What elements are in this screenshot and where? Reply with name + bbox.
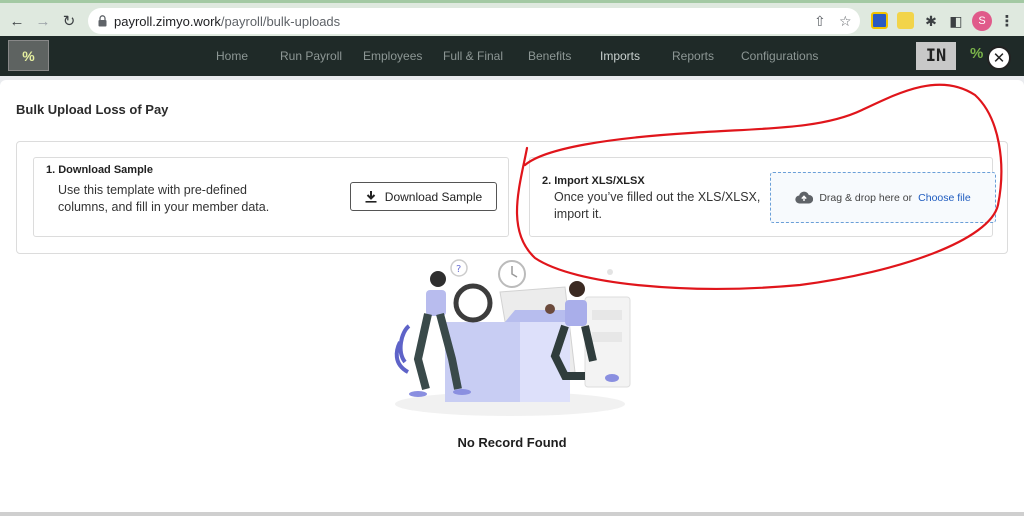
url-host: payroll.zimyo.work (114, 14, 221, 29)
file-dropzone[interactable]: Drag & drop here or Choose file (770, 172, 996, 223)
forward-icon[interactable]: → (32, 10, 54, 32)
nav-home[interactable]: Home (216, 49, 248, 63)
download-icon (365, 191, 377, 203)
zimyo-logo[interactable]: % (8, 40, 49, 71)
download-heading: 1. Download Sample (46, 164, 153, 176)
url-path: /payroll/bulk-uploads (220, 14, 341, 29)
avatar[interactable]: S (972, 11, 992, 31)
download-button-label: Download Sample (384, 189, 483, 204)
svg-text:?: ? (456, 264, 461, 275)
extension-icon[interactable] (871, 12, 888, 29)
back-icon[interactable]: ← (6, 10, 28, 32)
empty-state-text: No Record Found (457, 435, 567, 450)
kebab-menu-icon[interactable]: ⋮ (996, 10, 1018, 32)
dropzone-text: Drag & drop here or (819, 191, 913, 204)
bulk-upload-modal: Bulk Upload Loss of Pay 1. Download Samp… (0, 80, 1024, 512)
download-sample-card: 1. Download Sample Use this template wit… (33, 157, 509, 237)
nav-reports[interactable]: Reports (672, 49, 714, 63)
import-description: Once you’ve filled out the XLS/XLSX, imp… (554, 190, 761, 221)
cloud-upload-icon (795, 191, 814, 204)
download-description: Use this template with pre-defined colum… (58, 183, 270, 214)
share-icon[interactable]: ⇧ (814, 13, 826, 30)
extension-icon[interactable] (897, 12, 914, 29)
url-text: payroll.zimyo.work/payroll/bulk-uploads (114, 14, 340, 29)
nav-employees[interactable]: Employees (363, 49, 422, 63)
lock-icon (98, 15, 107, 27)
app-header: % Home Run Payroll Employees Full & Fina… (0, 36, 1024, 76)
download-sample-button[interactable]: Download Sample (350, 182, 497, 211)
browser-toolbar: ← → ↻ payroll.zimyo.work/payroll/bulk-up… (0, 0, 1024, 36)
upload-section: 1. Download Sample Use this template wit… (16, 141, 1008, 254)
import-heading: 2. Import XLS/XLSX (542, 175, 645, 187)
sidebar-icon[interactable]: ◧ (945, 10, 967, 32)
zimyo-mini-logo: % (970, 45, 984, 62)
import-card: 2. Import XLS/XLSX Once you’ve filled ou… (529, 157, 996, 237)
nav-configurations[interactable]: Configurations (741, 49, 818, 63)
country-badge[interactable]: IN (916, 42, 956, 70)
choose-file-link[interactable]: Choose file (918, 192, 971, 204)
nav-imports[interactable]: Imports (600, 49, 640, 63)
address-bar[interactable]: payroll.zimyo.work/payroll/bulk-uploads … (88, 8, 860, 34)
nav-full-final[interactable]: Full & Final (443, 49, 503, 63)
modal-title: Bulk Upload Loss of Pay (16, 102, 169, 117)
close-icon[interactable]: ✕ (987, 46, 1011, 70)
bottom-strip (0, 512, 1024, 516)
empty-state-illustration: ? (394, 259, 631, 416)
star-icon[interactable]: ☆ (839, 13, 852, 30)
reload-icon[interactable]: ↻ (58, 10, 80, 32)
nav-run-payroll[interactable]: Run Payroll (280, 49, 342, 63)
puzzle-icon[interactable]: ✱ (920, 10, 942, 32)
nav-benefits[interactable]: Benefits (528, 49, 571, 63)
